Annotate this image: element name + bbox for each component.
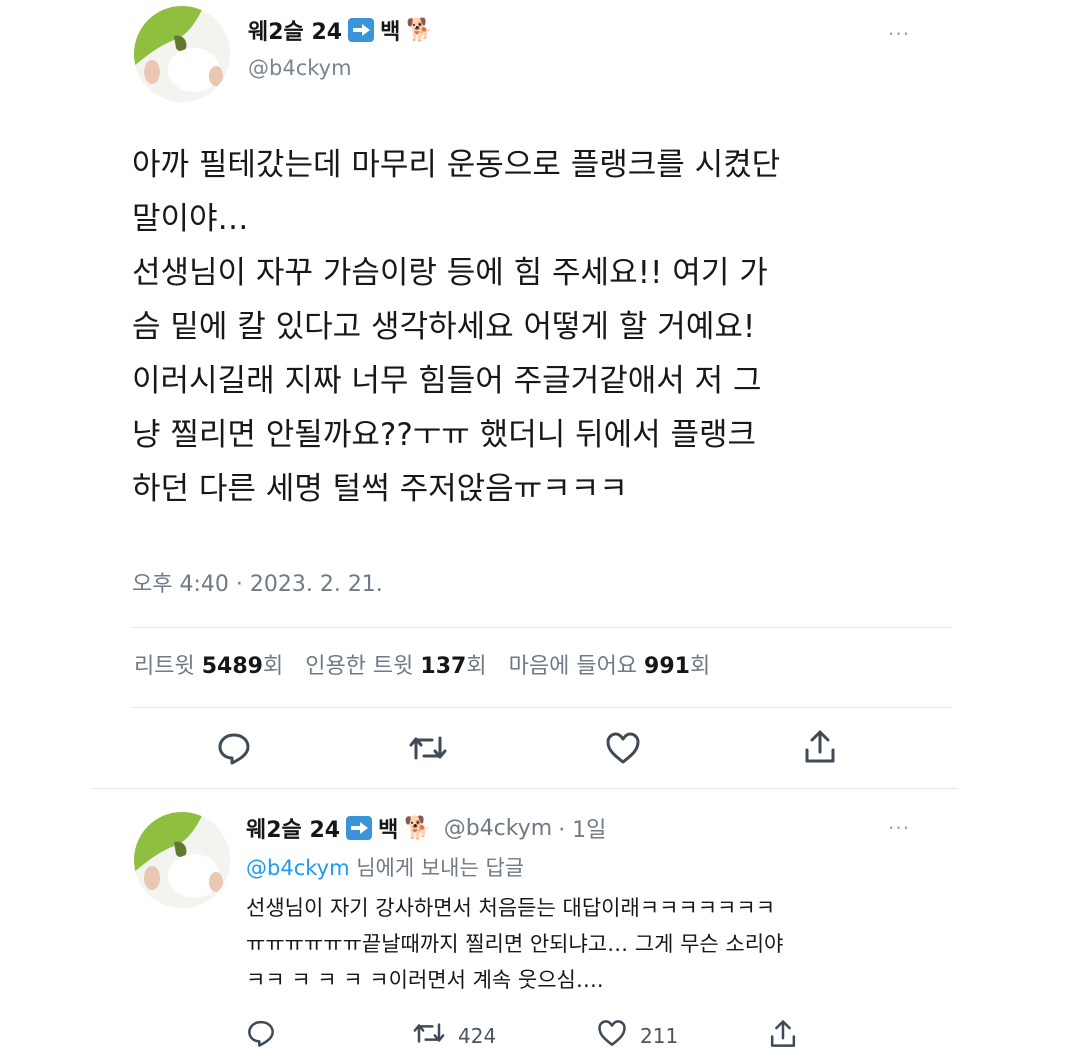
divider <box>132 707 952 708</box>
reply-header: 웨2슬 24 백 🐕 @b4ckym · 1일 <box>246 812 606 844</box>
quote-stat-label: 인용한 트윗 <box>305 654 414 679</box>
divider <box>92 788 958 789</box>
replying-to-mention[interactable]: @b4ckym <box>246 856 350 880</box>
reply-share-button[interactable] <box>768 1018 798 1055</box>
author-handle[interactable]: @b4ckym <box>248 56 352 80</box>
share-icon[interactable] <box>802 728 838 766</box>
replying-to-text: 님에게 보내는 답글 <box>349 856 525 880</box>
retweet-count: 5489 <box>201 654 263 679</box>
retweet-icon <box>412 1018 446 1053</box>
retweet-unit: 회 <box>262 654 284 679</box>
right-arrow-icon <box>346 816 373 840</box>
tweet-timestamp[interactable]: 오후 4:40 · 2023. 2. 21. <box>132 566 383 598</box>
reply-avatar[interactable] <box>134 812 230 908</box>
retweet-icon[interactable] <box>408 730 448 766</box>
more-options-icon[interactable]: ··· <box>888 22 910 46</box>
quote-count: 137 <box>420 654 467 679</box>
author-name[interactable]: 웨2슬 24 <box>248 14 342 46</box>
reply-author-handle[interactable]: @b4ckym <box>444 816 552 841</box>
quote-stat[interactable]: 인용한 트윗 137회 <box>305 648 486 680</box>
heart-icon[interactable] <box>604 730 642 766</box>
like-count: 991 <box>644 654 690 679</box>
reply-retweet-button[interactable]: 424 <box>412 1018 496 1053</box>
author-name-suffix[interactable]: 백 <box>380 14 400 46</box>
avatar[interactable] <box>134 6 230 102</box>
quote-unit: 회 <box>466 654 487 679</box>
retweet-stat-label: 리트윗 <box>134 654 195 679</box>
dog-icon: 🐕 <box>406 17 434 43</box>
author-name-row[interactable]: 웨2슬 24 백 🐕 <box>248 14 434 46</box>
right-arrow-icon <box>348 18 375 42</box>
replying-to: @b4ckym 님에게 보내는 답글 <box>246 852 524 882</box>
like-unit: 회 <box>689 654 711 679</box>
reply-like-button[interactable]: 211 <box>596 1018 678 1053</box>
reply-retweet-count: 424 <box>458 1023 497 1048</box>
more-options-icon[interactable]: ··· <box>888 816 910 840</box>
comment-icon[interactable] <box>216 730 252 766</box>
reply-author-name-suffix[interactable]: 백 <box>378 812 398 844</box>
retweet-stat[interactable]: 리트윗 5489회 <box>134 648 283 680</box>
dog-icon: 🐕 <box>404 815 432 841</box>
reply-author-name[interactable]: 웨2슬 24 <box>246 812 340 844</box>
comment-icon <box>246 1018 276 1053</box>
like-stat[interactable]: 마음에 들어요 991회 <box>509 648 711 680</box>
reply-time[interactable]: · 1일 <box>558 812 606 844</box>
reply-like-count: 211 <box>640 1023 679 1048</box>
tweet-stats: 리트윗 5489회 인용한 트윗 137회 마음에 들어요 991회 <box>134 648 710 680</box>
like-stat-label: 마음에 들어요 <box>508 654 638 679</box>
divider <box>132 627 952 628</box>
reply-comment-button[interactable] <box>246 1018 276 1053</box>
heart-icon <box>596 1018 628 1053</box>
reply-text: 선생님이 자기 강사하면서 처음듣는 대답이래ㅋㅋㅋㅋㅋㅋㅋ ㅠㅠㅠㅠㅠㅠ끝날때… <box>246 896 784 992</box>
tweet-text: 아까 필테갔는데 마무리 운동으로 플랭크를 시켰단 말이야… 선생님이 자꾸 … <box>132 147 781 507</box>
share-icon <box>768 1018 798 1055</box>
